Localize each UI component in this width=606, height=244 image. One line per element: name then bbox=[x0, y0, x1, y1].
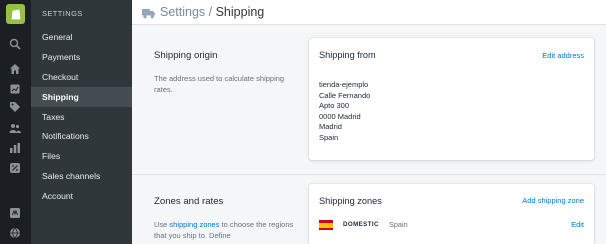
home-icon[interactable] bbox=[8, 62, 22, 76]
zones-and-rates-title: Zones and rates bbox=[154, 196, 224, 207]
main-content: Settings / Shipping Shipping origin The … bbox=[132, 0, 606, 244]
top-bar: Settings / Shipping bbox=[132, 0, 606, 25]
shipping-origin-description: The address used to calculate shipping r… bbox=[154, 74, 285, 94]
address-line: tienda-ejemplo bbox=[319, 80, 369, 89]
address-line: 0000 Madrid bbox=[319, 111, 361, 121]
sidebar-item-notifications[interactable]: Notifications bbox=[31, 126, 132, 146]
zones-description: Use shipping zones to choose the regions… bbox=[154, 219, 294, 241]
zone-country: Spain bbox=[389, 220, 408, 229]
sidebar-item-taxes[interactable]: Taxes bbox=[31, 107, 132, 127]
add-shipping-zone-link[interactable]: Add shipping zone bbox=[522, 196, 584, 205]
address-line: Spain bbox=[319, 132, 339, 142]
zones-description-prefix: Use bbox=[154, 220, 170, 229]
spain-flag-icon bbox=[319, 220, 333, 230]
origin-address: tienda-ejemplo Calle Fernando Apto 300 0… bbox=[319, 80, 370, 144]
sidebar-item-checkout[interactable]: Checkout bbox=[31, 67, 132, 87]
shipping-from-card: Shipping from Edit address tienda-ejempl… bbox=[309, 38, 594, 160]
customers-icon[interactable] bbox=[8, 121, 22, 135]
app-icon-rail bbox=[0, 0, 31, 244]
sidebar-item-general[interactable]: General bbox=[31, 27, 132, 47]
shipping-zones-card: Shipping zones Add shipping zone DOMESTI… bbox=[309, 184, 594, 244]
apps-icon[interactable] bbox=[8, 206, 22, 220]
shopify-logo-icon[interactable] bbox=[6, 4, 25, 24]
shipping-zones-title: Shipping zones bbox=[319, 196, 382, 206]
breadcrumb: Settings / Shipping bbox=[160, 5, 264, 19]
breadcrumb-settings-link[interactable]: Settings bbox=[160, 5, 205, 19]
breadcrumb-separator: / bbox=[205, 5, 216, 19]
edit-zone-link[interactable]: Edit bbox=[571, 220, 584, 229]
sidebar-item-account[interactable]: Account bbox=[31, 186, 132, 206]
page-title: Shipping bbox=[215, 5, 265, 19]
discounts-icon[interactable] bbox=[8, 161, 22, 175]
settings-heading: SETTINGS bbox=[42, 9, 83, 18]
section-divider bbox=[132, 174, 606, 175]
address-line: Apto 300 bbox=[319, 101, 350, 111]
sidebar-item-payments[interactable]: Payments bbox=[31, 47, 132, 67]
globe-icon[interactable] bbox=[8, 226, 22, 240]
tag-icon[interactable] bbox=[8, 100, 22, 114]
shipping-zones-link[interactable]: shipping zones bbox=[169, 220, 219, 229]
shipping-origin-title: Shipping origin bbox=[154, 50, 218, 61]
address-line: Calle Fernando bbox=[319, 90, 371, 100]
edit-address-link[interactable]: Edit address bbox=[542, 51, 584, 60]
address-line: Madrid bbox=[319, 122, 342, 132]
shipping-from-title: Shipping from bbox=[319, 50, 376, 60]
sidebar-item-shipping[interactable]: Shipping bbox=[31, 87, 132, 107]
truck-icon bbox=[142, 6, 155, 19]
search-icon[interactable] bbox=[8, 37, 22, 51]
zone-name: DOMESTIC bbox=[343, 221, 379, 228]
sidebar-item-files[interactable]: Files bbox=[31, 146, 132, 166]
orders-icon[interactable] bbox=[8, 82, 22, 96]
reports-icon[interactable] bbox=[8, 141, 22, 155]
settings-sidebar: SETTINGS General Payments Checkout Shipp… bbox=[31, 0, 132, 244]
sidebar-item-sales-channels[interactable]: Sales channels bbox=[31, 166, 132, 186]
